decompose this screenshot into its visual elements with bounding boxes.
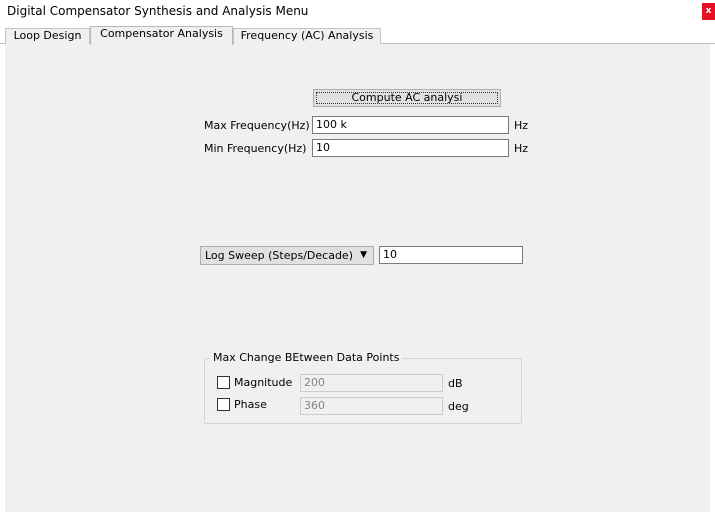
max-frequency-input[interactable]: 100 k: [312, 116, 509, 134]
magnitude-unit: dB: [448, 377, 463, 390]
phase-unit: deg: [448, 400, 469, 413]
max-frequency-label: Max Frequency(Hz): [204, 119, 310, 132]
compute-ac-analysis-button[interactable]: Compute AC analysi: [313, 89, 501, 107]
sweep-steps-input[interactable]: 10: [379, 246, 523, 264]
max-change-groupbox: Max Change BEtween Data Points Magnitude…: [204, 351, 522, 424]
sweep-type-select[interactable]: Log Sweep (Steps/Decade) ▼: [200, 246, 374, 265]
max-frequency-unit: Hz: [514, 119, 529, 132]
tab-bar: Loop Design Compensator Analysis Frequen…: [0, 26, 715, 45]
magnitude-label: Magnitude: [234, 376, 293, 389]
max-change-group-title: Max Change BEtween Data Points: [210, 351, 403, 365]
min-frequency-input[interactable]: 10: [312, 139, 509, 157]
min-frequency-unit: Hz: [514, 142, 529, 155]
tab-compensator-analysis[interactable]: Compensator Analysis: [90, 26, 233, 45]
min-frequency-label: Min Frequency(Hz): [204, 142, 307, 155]
phase-checkbox[interactable]: [217, 398, 230, 411]
window-title: Digital Compensator Synthesis and Analys…: [7, 4, 309, 18]
dropdown-arrow-icon: ▼: [360, 250, 367, 260]
tab-frequency-ac-analysis[interactable]: Frequency (AC) Analysis: [233, 28, 381, 44]
magnitude-checkbox[interactable]: [217, 376, 230, 389]
phase-input[interactable]: 360: [300, 397, 443, 415]
compensator-analysis-panel: Compute AC analysi Max Frequency(Hz) 100…: [5, 44, 710, 512]
sweep-type-value: Log Sweep (Steps/Decade): [205, 249, 353, 262]
title-bar: Digital Compensator Synthesis and Analys…: [0, 0, 715, 26]
tab-loop-design[interactable]: Loop Design: [5, 28, 90, 44]
compute-button-label: Compute AC analysi: [351, 91, 463, 104]
magnitude-input[interactable]: 200: [300, 374, 443, 392]
phase-label: Phase: [234, 398, 267, 411]
close-button[interactable]: x: [702, 3, 715, 20]
